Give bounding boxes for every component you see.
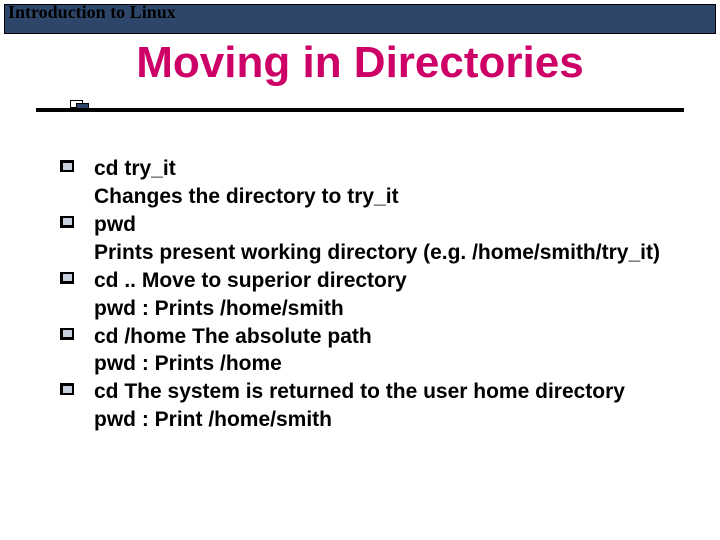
item-description: pwd : Prints /home/smith [94,295,670,323]
bullet-icon [60,160,74,172]
body-content: cd try_it Changes the directory to try_i… [60,155,670,434]
bullet-icon [60,216,74,228]
slide-title: Moving in Directories [0,38,720,88]
bullet-icon [60,383,74,395]
item-description: Changes the directory to try_it [94,183,670,211]
list-item: cd .. Move to superior directory pwd : P… [60,267,670,323]
item-command: cd The system is returned to the user ho… [94,378,670,406]
list-item: cd /home The absolute path pwd : Prints … [60,323,670,379]
bullet-icon [60,328,74,340]
list-item: pwd Prints present working directory (e.… [60,211,670,267]
item-command: cd .. Move to superior directory [94,267,670,295]
bullet-icon [60,272,74,284]
list-item: cd The system is returned to the user ho… [60,378,670,434]
slide: Introduction to Linux Moving in Director… [0,0,720,540]
item-description: Prints present working directory (e.g. /… [94,239,670,267]
header-title: Introduction to Linux [8,2,176,23]
item-description: pwd : Print /home/smith [94,406,670,434]
item-command: cd try_it [94,155,670,183]
item-description: pwd : Prints /home [94,350,670,378]
list-item: cd try_it Changes the directory to try_i… [60,155,670,211]
item-command: pwd [94,211,670,239]
item-command: cd /home The absolute path [94,323,670,351]
title-rule [36,108,684,112]
